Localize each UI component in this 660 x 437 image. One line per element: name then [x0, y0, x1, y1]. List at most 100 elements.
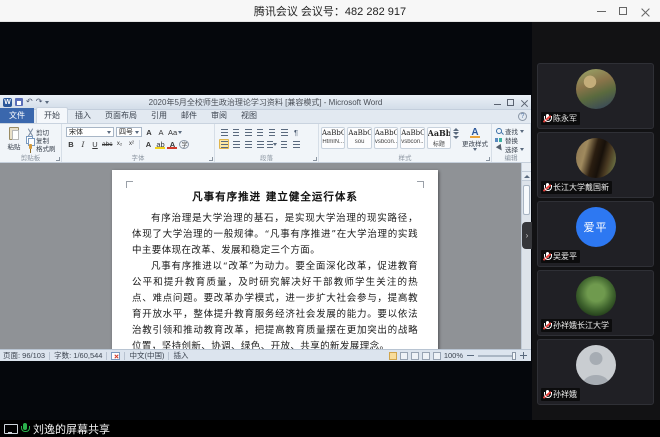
tab-review[interactable]: 审阅: [204, 108, 234, 123]
save-icon[interactable]: [15, 98, 23, 106]
qat-dropdown-icon[interactable]: [45, 101, 49, 104]
bullets-button[interactable]: [219, 127, 229, 137]
style-card[interactable]: AaBbCcD vsbcon...: [400, 127, 424, 149]
change-case-button[interactable]: Aa: [168, 127, 182, 137]
subscript-button[interactable]: x₂: [114, 139, 124, 149]
divider: [139, 140, 140, 149]
tab-references[interactable]: 引用: [144, 108, 174, 123]
participant-tile[interactable]: 长江大学戴国新: [537, 132, 654, 198]
participant-tile[interactable]: 爱平 吴爱平: [537, 201, 654, 267]
styles-gallery-scroll[interactable]: [453, 127, 459, 139]
change-styles-icon: A: [470, 127, 479, 138]
help-icon[interactable]: ?: [518, 112, 527, 121]
scrollbar-thumb[interactable]: [523, 185, 530, 215]
zoom-level[interactable]: 100%: [444, 351, 463, 360]
paragraph-dialog-launcher[interactable]: [313, 157, 317, 161]
zoom-slider[interactable]: [478, 355, 516, 357]
minimize-icon: [597, 11, 606, 12]
clipboard-dialog-launcher[interactable]: [56, 157, 60, 161]
vertical-scrollbar[interactable]: [521, 163, 531, 349]
font-color-button[interactable]: A: [167, 139, 177, 149]
justify-button[interactable]: [255, 139, 265, 149]
font-name-select[interactable]: 宋体: [66, 127, 114, 137]
tab-page-layout[interactable]: 页面布局: [98, 108, 144, 123]
sort-button[interactable]: [279, 127, 289, 137]
ruler-toggle-button[interactable]: [522, 163, 531, 172]
language-indicator[interactable]: 中文(中国): [129, 350, 164, 361]
redo-icon[interactable]: ↷: [36, 98, 43, 106]
find-button[interactable]: 查找: [495, 127, 527, 135]
web-layout-view-button[interactable]: [411, 352, 419, 360]
superscript-button[interactable]: x²: [126, 139, 136, 149]
highlight-color-button[interactable]: ab: [155, 139, 165, 149]
page-indicator[interactable]: 页面: 96/103: [3, 350, 45, 361]
borders-button[interactable]: [291, 139, 301, 149]
align-right-button[interactable]: [243, 139, 253, 149]
tab-mailings[interactable]: 邮件: [174, 108, 204, 123]
print-layout-view-button[interactable]: [389, 352, 397, 360]
zoom-out-button[interactable]: [466, 351, 475, 360]
tab-file[interactable]: 文件: [0, 108, 34, 123]
character-border-button[interactable]: 字: [179, 140, 189, 149]
shading-button[interactable]: [279, 139, 289, 149]
undo-icon[interactable]: ↶: [26, 98, 33, 106]
word-close-button[interactable]: [520, 99, 528, 107]
italic-button[interactable]: I: [78, 139, 88, 149]
zoom-slider-thumb[interactable]: [512, 352, 516, 360]
numbering-button[interactable]: [231, 127, 241, 137]
document-canvas[interactable]: 凡事有序推进 建立健全运行体系 有序治理是大学治理的基石，是实现大学治理的现实路…: [0, 163, 531, 349]
participant-tile[interactable]: 陈永军: [537, 63, 654, 129]
screen-share-banner: 刘逸的屏幕共享: [0, 420, 660, 437]
style-card[interactable]: AaBbC 标题: [427, 127, 451, 149]
tab-view[interactable]: 视图: [234, 108, 264, 123]
tab-home[interactable]: 开始: [36, 107, 68, 123]
style-card[interactable]: AaBbCcDc HtmlN...: [321, 127, 345, 149]
status-right-controls: 100%: [389, 351, 528, 360]
multilevel-list-button[interactable]: [243, 127, 253, 137]
participant-nameplate: 长江大学戴国新: [541, 181, 612, 194]
word-status-bar: 页面: 96/103 字数: 1/60,544 中文(中国) 插入 100%: [0, 349, 531, 361]
zoom-in-button[interactable]: [519, 351, 528, 360]
font-size-select[interactable]: 四号: [116, 127, 142, 137]
fullscreen-view-button[interactable]: [400, 352, 408, 360]
style-card[interactable]: AaBbCcDb sou: [347, 127, 371, 149]
minimize-button[interactable]: [590, 0, 612, 22]
align-left-button[interactable]: [219, 139, 229, 149]
paste-button[interactable]: 粘贴: [2, 126, 26, 153]
word-minimize-button[interactable]: [494, 104, 501, 105]
chevron-down-icon: [273, 143, 277, 146]
spellcheck-icon[interactable]: [111, 352, 120, 360]
increase-indent-button[interactable]: [267, 127, 277, 137]
word-count[interactable]: 字数: 1/60,544: [54, 350, 102, 361]
scroll-up-button[interactable]: [522, 172, 531, 181]
participant-tile[interactable]: 孙祥娥长江大学: [537, 270, 654, 336]
word-restore-button[interactable]: [507, 99, 514, 106]
sidebar-collapse-handle[interactable]: ›: [522, 222, 532, 249]
line-spacing-button[interactable]: [267, 139, 277, 149]
align-left-icon: [221, 141, 228, 148]
styles-dialog-launcher[interactable]: [486, 157, 490, 161]
underline-button[interactable]: U: [90, 139, 100, 149]
participant-tile[interactable]: 孙祥娥: [537, 339, 654, 405]
strikethrough-button[interactable]: abc: [102, 139, 112, 149]
tab-insert[interactable]: 插入: [68, 108, 98, 123]
grow-font-button[interactable]: A: [144, 127, 154, 137]
font-dialog-launcher[interactable]: [209, 157, 213, 161]
change-styles-button[interactable]: A 更改样式: [461, 127, 489, 151]
word-logo-icon[interactable]: W: [3, 98, 12, 107]
outline-view-button[interactable]: [422, 352, 430, 360]
style-card[interactable]: AaBbCcDc vsbcon...: [374, 127, 398, 149]
show-marks-button[interactable]: ¶: [291, 127, 301, 137]
format-painter-button[interactable]: 格式刷: [26, 144, 56, 152]
draft-view-button[interactable]: [433, 352, 441, 360]
decrease-indent-button[interactable]: [255, 127, 265, 137]
maximize-button[interactable]: [612, 0, 634, 22]
insert-mode-indicator[interactable]: 插入: [173, 350, 188, 361]
chevron-down-icon: [520, 130, 524, 133]
bold-button[interactable]: B: [66, 139, 76, 149]
align-center-button[interactable]: [231, 139, 241, 149]
close-button[interactable]: [634, 0, 656, 22]
shrink-font-button[interactable]: A: [156, 127, 166, 137]
document-page[interactable]: 凡事有序推进 建立健全运行体系 有序治理是大学治理的基石，是实现大学治理的现实路…: [112, 170, 438, 349]
text-effects-button[interactable]: A: [143, 139, 153, 149]
